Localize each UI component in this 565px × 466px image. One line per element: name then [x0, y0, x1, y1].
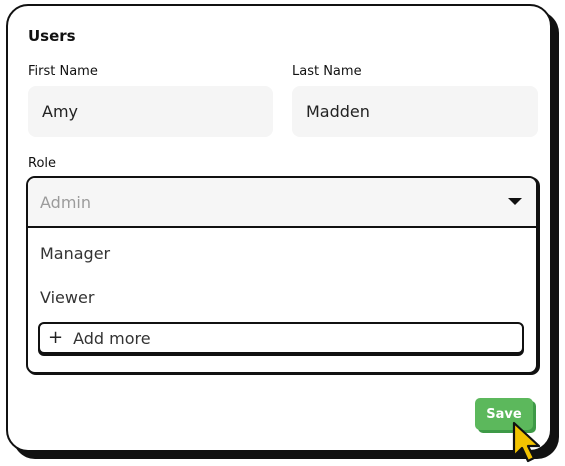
add-more-button[interactable]: + Add more [38, 322, 524, 354]
plus-icon: + [48, 327, 64, 348]
first-name-value: Amy [42, 102, 78, 121]
role-option-viewer[interactable]: Viewer [40, 288, 94, 307]
stage: Users First Name Amy Last Name Madden Ro… [0, 0, 565, 466]
first-name-field[interactable]: Amy [28, 86, 273, 137]
last-name-value: Madden [306, 102, 370, 121]
last-name-field[interactable]: Madden [292, 86, 538, 137]
first-name-label: First Name [28, 64, 98, 79]
add-more-label: Add more [73, 328, 151, 348]
role-option-manager[interactable]: Manager [40, 244, 110, 263]
role-dropdown[interactable]: Admin Manager Viewer + Add more [26, 176, 538, 374]
role-select-placeholder: Admin [40, 192, 91, 212]
cursor-pointer-icon [512, 421, 541, 463]
last-name-label: Last Name [292, 64, 362, 79]
form-title: Users [28, 27, 76, 45]
role-select[interactable]: Admin [28, 178, 536, 228]
role-label: Role [28, 156, 57, 171]
chevron-down-icon [508, 198, 522, 205]
